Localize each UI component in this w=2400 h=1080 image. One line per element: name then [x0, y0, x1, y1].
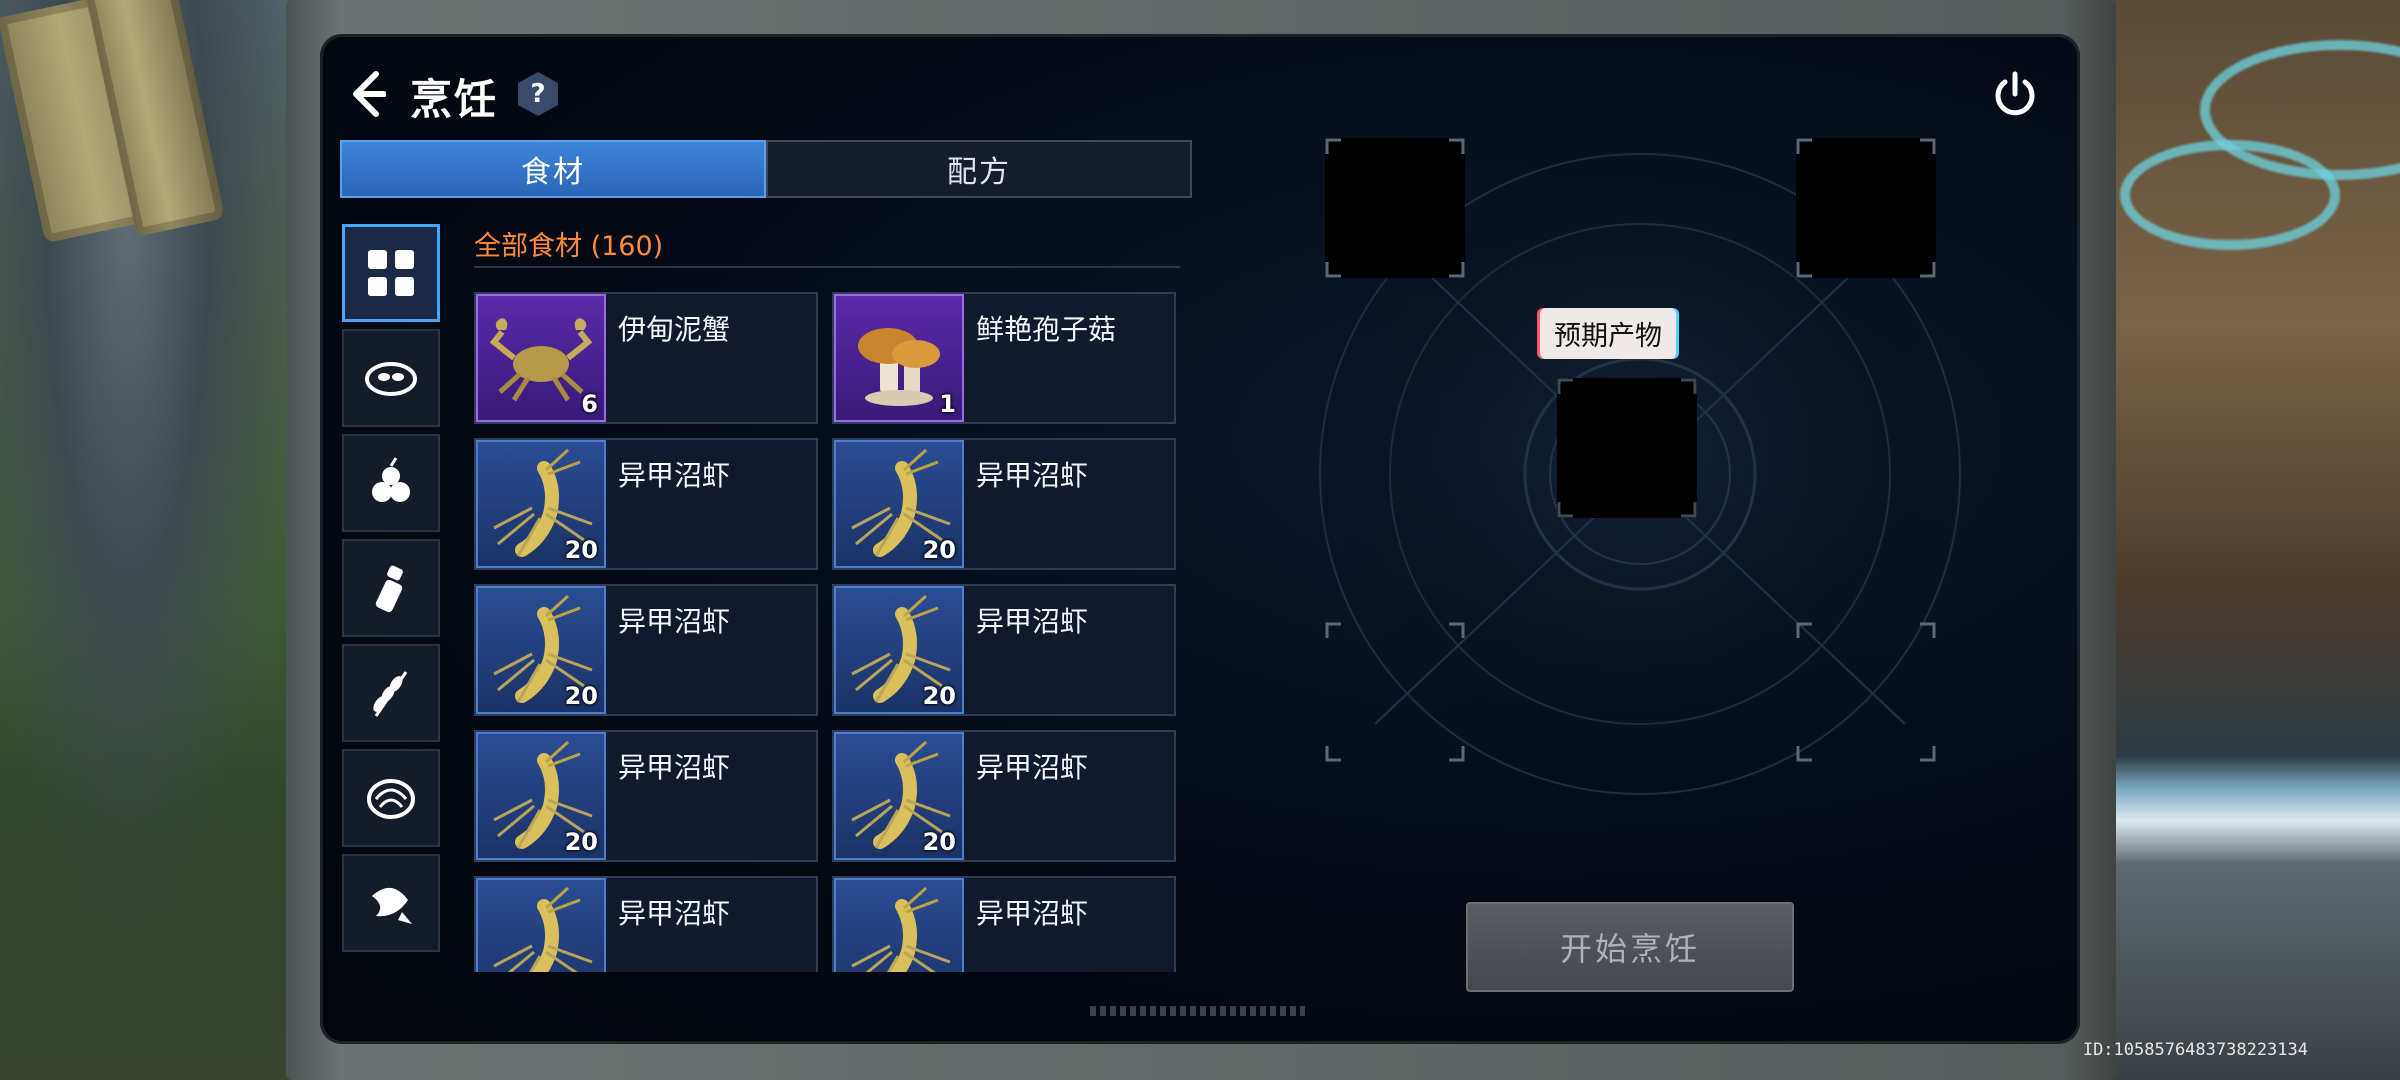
category-fish[interactable] [342, 854, 440, 952]
ingredient-card[interactable]: 20 异甲沼虾 [474, 584, 818, 716]
slot-corner-brackets [1796, 138, 1936, 278]
ingredient-name: 异甲沼虾 [976, 605, 1089, 638]
ingredient-thumbnail: 20 [834, 586, 964, 714]
tab-recipes[interactable]: 配方 [766, 140, 1192, 198]
seasoning-icon [375, 565, 403, 613]
shellfish-icon [367, 779, 415, 819]
expected-output-slot [1557, 378, 1697, 518]
ingredient-card[interactable]: 20 异甲沼虾 [474, 438, 818, 570]
ingredient-card[interactable]: 6 伊甸泥蟹 [474, 292, 818, 424]
ingredient-name: 异甲沼虾 [618, 605, 731, 638]
ingredient-slot-3[interactable] [1325, 622, 1465, 762]
ingredient-card[interactable]: 20 异甲沼虾 [832, 584, 1176, 716]
decorative-dots [1090, 1006, 1305, 1016]
ingredient-card[interactable]: 20 异甲沼虾 [474, 730, 818, 862]
ingredient-thumbnail: 20 [476, 440, 606, 568]
ingredient-thumbnail [834, 878, 964, 972]
ingredient-card[interactable]: 1 鲜艳孢子菇 [832, 292, 1176, 424]
ingredient-count: 20 [564, 828, 598, 856]
ingredient-card[interactable]: 异甲沼虾 [832, 876, 1176, 972]
ingredient-slot-4[interactable] [1796, 622, 1936, 762]
help-icon[interactable]: ? [518, 72, 558, 116]
page-title: 烹饪 [410, 75, 499, 124]
ingredient-name: 异甲沼虾 [618, 751, 731, 784]
ingredient-thumbnail [476, 878, 606, 972]
ingredient-thumbnail: 6 [476, 294, 606, 422]
ingredient-count: 20 [564, 536, 598, 564]
ingredient-slot-2[interactable] [1796, 138, 1936, 278]
ingredient-thumbnail: 20 [834, 732, 964, 860]
ingredient-card[interactable]: 20 异甲沼虾 [832, 438, 1176, 570]
ingredient-name: 异甲沼虾 [618, 459, 731, 492]
ingredient-thumbnail: 1 [834, 294, 964, 422]
fish-icon [372, 887, 412, 924]
slot-corner-brackets [1796, 622, 1936, 762]
ingredient-name: 鲜艳孢子菇 [976, 313, 1117, 346]
ingredient-thumbnail: 20 [476, 586, 606, 714]
grid-all-icon [368, 250, 414, 296]
ingredient-slot-1[interactable] [1325, 138, 1465, 278]
ingredient-count: 1 [939, 390, 956, 418]
category-all[interactable] [342, 224, 440, 322]
category-fruit[interactable] [342, 434, 440, 532]
slot-corner-brackets [1325, 622, 1465, 762]
section-divider [474, 266, 1180, 268]
power-icon[interactable] [1990, 70, 2040, 120]
tab-ingredients[interactable]: 食材 [340, 140, 766, 198]
hologram-ring [2120, 140, 2340, 250]
category-sidebar [342, 224, 442, 959]
ingredient-count: 20 [922, 682, 956, 710]
tab-bar: 食材 配方 [340, 140, 1192, 198]
ingredients-section-title: 全部食材 (160) [474, 231, 664, 262]
expected-output-label: 预期产物 [1540, 308, 1676, 359]
category-seasoning[interactable] [342, 539, 440, 637]
session-id: ID:1058576483738223134 [2082, 1040, 2308, 1060]
slot-corner-brackets [1325, 138, 1465, 278]
ingredient-name: 异甲沼虾 [618, 897, 731, 930]
ingredient-thumbnail: 20 [476, 732, 606, 860]
ingredient-thumbnail: 20 [834, 440, 964, 568]
grain-icon [373, 671, 408, 717]
ingredient-name: 异甲沼虾 [976, 897, 1089, 930]
game-world-left [0, 0, 320, 1080]
cooking-panel: 烹饪 ? 食材 配方 全部食材 (160) 6 伊甸泥蟹 1 鲜艳孢子菇 20 … [320, 34, 2080, 1044]
category-grain[interactable] [342, 644, 440, 742]
start-cooking-button[interactable]: 开始烹饪 [1466, 902, 1794, 992]
back-arrow-icon[interactable] [346, 68, 386, 120]
ingredient-grid: 6 伊甸泥蟹 1 鲜艳孢子菇 20 异甲沼虾 20 异甲沼虾 20 异甲沼虾 20 异甲沼虾 20 异甲沼… [474, 292, 1194, 972]
category-meat[interactable] [342, 329, 440, 427]
ingredient-card[interactable]: 20 异甲沼虾 [832, 730, 1176, 862]
ingredient-count: 20 [922, 536, 956, 564]
ingredient-name: 异甲沼虾 [976, 751, 1089, 784]
ingredient-count: 20 [564, 682, 598, 710]
ingredient-count: 20 [922, 828, 956, 856]
fruit-icon [372, 457, 410, 502]
meat-icon [365, 362, 417, 396]
ingredient-name: 伊甸泥蟹 [618, 313, 731, 346]
slot-corner-brackets [1557, 378, 1697, 518]
ingredient-count: 6 [581, 390, 598, 418]
ingredient-card[interactable]: 异甲沼虾 [474, 876, 818, 972]
ingredient-name: 异甲沼虾 [976, 459, 1089, 492]
category-shellfish[interactable] [342, 749, 440, 847]
